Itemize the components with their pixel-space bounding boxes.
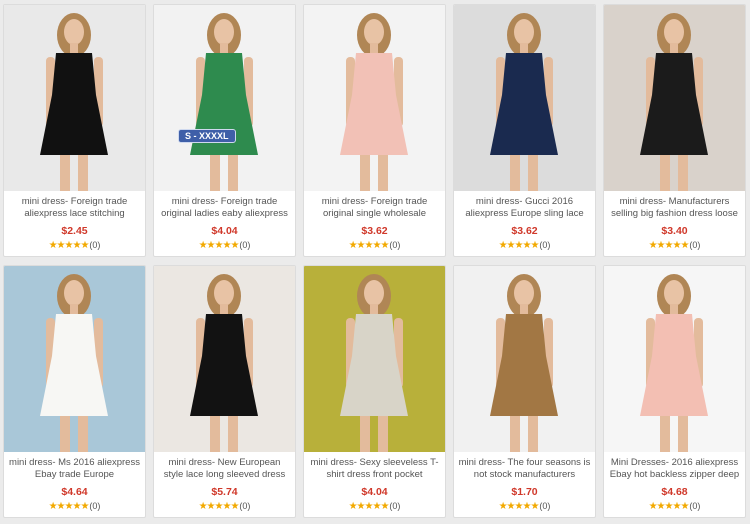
star-rating-icon: ★★★★★ [198,240,240,251]
product-image[interactable] [4,266,145,452]
star-rating-icon: ★★★★★ [648,240,690,251]
review-count: (0) [389,240,401,250]
tank-skirt-dress-photo [340,274,408,452]
product-price: $2.45 [61,225,88,237]
product-rating: ★★★★★(0) [4,501,145,512]
product-title-link[interactable]: mini dress- Ms 2016 aliexpress Ebay trad… [8,457,141,483]
product-card[interactable]: mini dress- Manufacturers selling big fa… [603,4,746,257]
product-price: $3.62 [511,225,538,237]
product-price: $3.40 [661,225,688,237]
size-range-badge: S - XXXXL [178,129,236,143]
product-image[interactable] [154,266,295,452]
chevron-print-dress-photo [640,13,708,191]
product-image[interactable] [454,5,595,191]
product-title-link[interactable]: mini dress- Foreign trade original singl… [308,196,441,222]
product-title-link[interactable]: mini dress- Gucci 2016 aliexpress Europe… [458,196,591,222]
star-rating-icon: ★★★★★ [348,240,390,251]
product-price: $4.64 [61,486,88,498]
product-price: $4.68 [661,486,688,498]
star-rating-icon: ★★★★★ [498,240,540,251]
leopard-print-dress-photo [490,274,558,452]
review-count: (0) [239,240,251,250]
star-rating-icon: ★★★★★ [48,240,90,251]
product-price: $4.04 [211,225,238,237]
review-count: (0) [239,501,251,511]
product-title-link[interactable]: mini dress- New European style lace long… [158,457,291,483]
product-title-link[interactable]: mini dress- Manufacturers selling big fa… [608,196,741,222]
product-card[interactable]: mini dress- Foreign trade aliexpress lac… [3,4,146,257]
product-image[interactable] [304,5,445,191]
review-count: (0) [89,501,101,511]
product-image[interactable] [304,266,445,452]
product-card[interactable]: S - XXXXL mini dress- Foreign trade origi… [153,4,296,257]
product-title-link[interactable]: mini dress- Foreign trade original ladie… [158,196,291,222]
product-rating: ★★★★★(0) [604,501,745,512]
product-grid: mini dress- Foreign trade aliexpress lac… [0,0,750,524]
review-count: (0) [689,240,701,250]
star-rating-icon: ★★★★★ [648,501,690,512]
product-image[interactable] [454,266,595,452]
green-lace-dress-photo [190,13,258,191]
product-card[interactable]: mini dress- The four seasons is not stoc… [453,265,596,518]
product-rating: ★★★★★(0) [304,240,445,251]
product-rating: ★★★★★(0) [154,240,295,251]
product-rating: ★★★★★(0) [304,501,445,512]
star-rating-icon: ★★★★★ [348,501,390,512]
black-white-bow-dress-photo [190,274,258,452]
product-rating: ★★★★★(0) [154,501,295,512]
product-image[interactable] [4,5,145,191]
product-title-link[interactable]: mini dress- Sexy sleeveless T-shirt dres… [308,457,441,483]
product-card[interactable]: mini dress- Ms 2016 aliexpress Ebay trad… [3,265,146,518]
product-price: $4.04 [361,486,388,498]
product-image[interactable]: S - XXXXL [154,5,295,191]
star-rating-icon: ★★★★★ [498,501,540,512]
review-count: (0) [539,501,551,511]
star-rating-icon: ★★★★★ [198,501,240,512]
product-image[interactable] [604,5,745,191]
product-title-link[interactable]: mini dress- Foreign trade aliexpress lac… [8,196,141,222]
product-rating: ★★★★★(0) [604,240,745,251]
product-rating: ★★★★★(0) [454,501,595,512]
pink-skater-dress-photo [640,274,708,452]
review-count: (0) [89,240,101,250]
navy-lace-dress-photo [490,13,558,191]
product-card[interactable]: mini dress- New European style lace long… [153,265,296,518]
product-card[interactable]: Mini Dresses- 2016 aliexpress Ebay hot b… [603,265,746,518]
product-rating: ★★★★★(0) [454,240,595,251]
product-price: $3.62 [361,225,388,237]
product-price: $1.70 [511,486,538,498]
product-price: $5.74 [211,486,238,498]
review-count: (0) [389,501,401,511]
star-rating-icon: ★★★★★ [48,501,90,512]
review-count: (0) [689,501,701,511]
product-card[interactable]: mini dress- Foreign trade original singl… [303,4,446,257]
product-card[interactable]: mini dress- Sexy sleeveless T-shirt dres… [303,265,446,518]
product-image[interactable] [604,266,745,452]
product-title-link[interactable]: mini dress- The four seasons is not stoc… [458,457,591,483]
pink-shift-dress-photo [340,13,408,191]
review-count: (0) [539,240,551,250]
product-card[interactable]: mini dress- Gucci 2016 aliexpress Europe… [453,4,596,257]
black-lace-dress-photo [40,13,108,191]
white-lace-dress-photo [40,274,108,452]
product-rating: ★★★★★(0) [4,240,145,251]
product-title-link[interactable]: Mini Dresses- 2016 aliexpress Ebay hot b… [608,457,741,483]
